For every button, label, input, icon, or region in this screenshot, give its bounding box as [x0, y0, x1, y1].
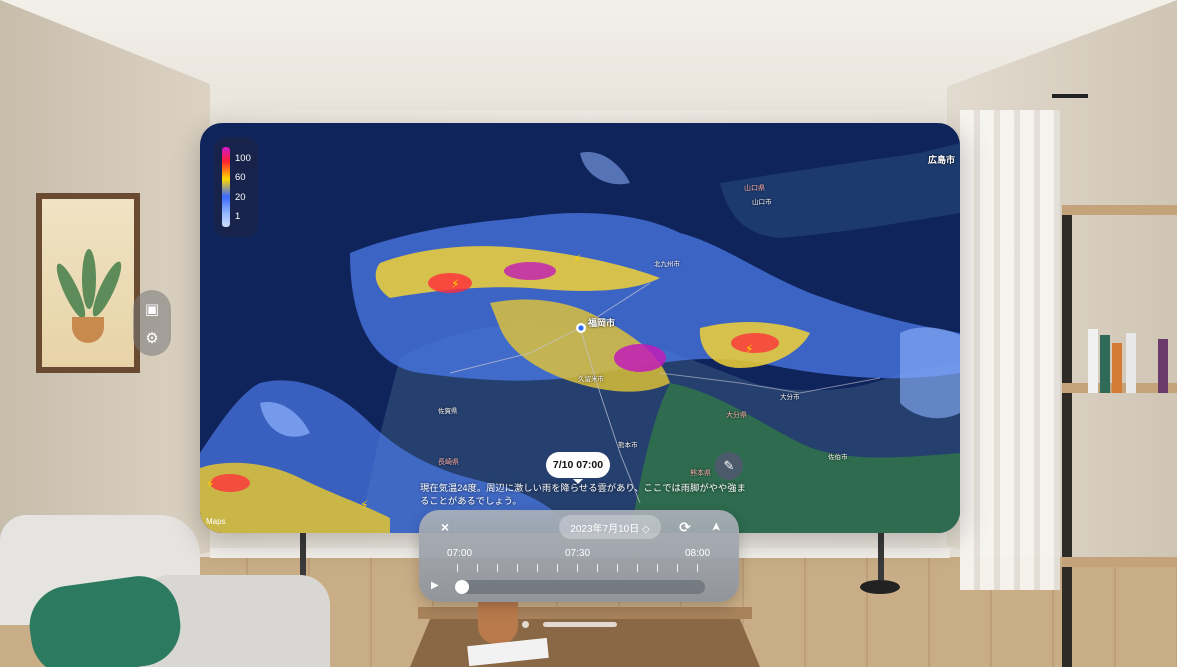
- painting-pot: [72, 317, 104, 343]
- city-label: 山口市: [752, 199, 772, 206]
- play-icon[interactable]: ▶: [431, 580, 445, 594]
- curtain: [960, 110, 1060, 590]
- tick: [557, 564, 558, 572]
- city-label: 大分市: [780, 394, 800, 401]
- maps-attribution: Maps: [206, 517, 226, 526]
- precipitation-legend: 100 60 20 1: [214, 137, 258, 237]
- legend-level: 1: [235, 211, 241, 222]
- time-label-start: 07:00: [447, 548, 473, 559]
- pref-label: 熊本県: [690, 470, 711, 477]
- bookshelf: [1062, 205, 1177, 667]
- legend-level: 20: [235, 192, 246, 203]
- city-label: 北九州市: [654, 261, 680, 268]
- svg-text:⚡: ⚡: [360, 498, 368, 512]
- sofa: [0, 515, 330, 667]
- maps-attribution-label: Maps: [206, 517, 226, 526]
- tick: [477, 564, 478, 572]
- svg-text:⚡: ⚡: [573, 252, 581, 266]
- svg-text:⚡: ⚡: [451, 277, 459, 291]
- pref-label: 大分県: [726, 412, 747, 419]
- side-ornament: ▣ ⚙: [133, 290, 171, 356]
- legend-level: 100: [235, 153, 251, 164]
- selected-time-bubble: 7/10 07:00: [546, 452, 610, 484]
- tick: [457, 564, 458, 572]
- close-icon[interactable]: ×: [435, 517, 455, 537]
- rain-radar-map[interactable]: ⚡ ⚡ ⚡ ⚡ ⚡ 広島市 山口県 山口市 北九州市 福岡市 久留米市 大分県 …: [200, 123, 960, 533]
- location-arrow-icon[interactable]: ➤: [706, 517, 726, 537]
- tick: [537, 564, 538, 572]
- tick: [577, 564, 578, 572]
- brush-icon[interactable]: ✎: [715, 452, 743, 480]
- pref-label: 山口県: [744, 185, 765, 192]
- shelf-board: [1062, 205, 1177, 215]
- gear-icon[interactable]: ⚙: [139, 325, 165, 351]
- legend-level: 60: [235, 172, 246, 183]
- svg-text:⚡: ⚡: [745, 342, 753, 356]
- legend-color-bar: [222, 147, 230, 227]
- tick: [597, 564, 598, 572]
- tick: [497, 564, 498, 572]
- timeline-slider-knob[interactable]: [455, 580, 469, 594]
- stand-leg: [878, 530, 884, 580]
- time-label-mid: 07:30: [565, 548, 591, 559]
- city-label: 福岡市: [588, 318, 616, 328]
- date-picker-button[interactable]: 2023年7月10日 ◇: [559, 515, 661, 539]
- tick: [657, 564, 658, 572]
- coffee-table-top: [418, 607, 752, 619]
- svg-text:⚡: ⚡: [206, 477, 214, 491]
- tick: [637, 564, 638, 572]
- shelf-board: [1062, 329, 1177, 393]
- tick: [677, 564, 678, 572]
- timeline-ticks: [447, 564, 711, 574]
- city-label: 熊本市: [618, 442, 638, 449]
- book: [1112, 343, 1122, 393]
- shelf-board: [1062, 557, 1177, 567]
- wall-painting: [36, 193, 140, 373]
- painting-art: [42, 199, 134, 367]
- city-label: 佐伯市: [828, 454, 848, 461]
- book: [1088, 329, 1098, 393]
- calendar-icon[interactable]: ▣: [139, 296, 165, 322]
- playback-control-panel: × 2023年7月10日 ◇ ⟳ ➤ 07:00 07:30 08:00 ▶: [419, 510, 739, 602]
- city-label: 久留米市: [578, 376, 604, 383]
- book: [1158, 339, 1168, 393]
- floor-stand-base: [860, 580, 900, 594]
- time-label-end: 08:00: [685, 548, 711, 559]
- city-label: 広島市: [928, 155, 956, 165]
- book: [1100, 335, 1110, 393]
- curtain-rod: [1052, 94, 1088, 98]
- tick: [617, 564, 618, 572]
- tick: [697, 564, 698, 572]
- timeline-slider[interactable]: [455, 580, 705, 594]
- vase: [478, 602, 518, 644]
- window-close-dot[interactable]: [522, 621, 529, 628]
- window-grab-bar[interactable]: [543, 622, 617, 627]
- tick: [517, 564, 518, 572]
- city-label: 佐賀県: [438, 408, 458, 415]
- refresh-icon[interactable]: ⟳: [675, 517, 695, 537]
- pref-label: 長崎県: [438, 459, 459, 466]
- forecast-text: 現在気温24度。周辺に激しい雨を降らせる雲があり、ここでは雨脚がやや強まることが…: [420, 483, 746, 506]
- book: [1126, 333, 1136, 393]
